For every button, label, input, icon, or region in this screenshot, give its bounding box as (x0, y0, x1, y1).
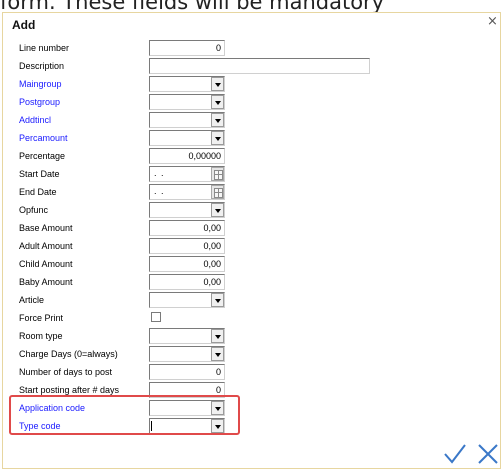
calendar-icon (214, 188, 223, 198)
description-label: Description (19, 61, 65, 71)
opfunc-value (152, 203, 208, 217)
percamount-select[interactable] (149, 130, 225, 146)
room-type-label: Room type (19, 331, 63, 341)
base-amount-label: Base Amount (19, 223, 73, 233)
line-number-label: Line number (19, 43, 70, 53)
row-maingroup: Maingroup (3, 76, 403, 94)
row-force-print: Force Print (3, 310, 403, 328)
room-type-dropdown-button[interactable] (211, 329, 224, 343)
chevron-down-icon (215, 299, 221, 303)
maingroup-value (152, 77, 208, 91)
article-dropdown-button[interactable] (211, 293, 224, 307)
row-adult-amount: Adult Amount 0,00 (3, 238, 403, 256)
article-label: Article (19, 295, 45, 305)
calendar-icon (214, 170, 223, 180)
force-print-checkbox[interactable] (151, 312, 161, 322)
cancel-x-icon[interactable] (477, 442, 499, 466)
chevron-down-icon (215, 209, 221, 213)
row-line-number: Line number 0 (3, 40, 403, 58)
maingroup-label: Maingroup (19, 79, 62, 89)
article-value (152, 293, 208, 307)
row-article: Article (3, 292, 403, 310)
postgroup-select[interactable] (149, 94, 225, 110)
addtincl-select[interactable] (149, 112, 225, 128)
room-type-value (152, 329, 208, 343)
row-description: Description (3, 58, 403, 76)
child-amount-input[interactable]: 0,00 (149, 256, 225, 272)
checkmark-icon[interactable] (443, 442, 467, 466)
row-percentage: Percentage 0,00000 (3, 148, 403, 166)
postgroup-label: Postgroup (19, 97, 61, 107)
addtincl-value (152, 113, 208, 127)
start-date-value: . . (154, 168, 165, 178)
force-print-label: Force Print (19, 313, 64, 323)
maingroup-dropdown-button[interactable] (211, 77, 224, 91)
charge-days-dropdown-button[interactable] (211, 347, 224, 361)
end-date-input[interactable]: . . (149, 184, 225, 200)
row-end-date: End Date . . (3, 184, 403, 202)
maingroup-select[interactable] (149, 76, 225, 92)
row-opfunc: Opfunc (3, 202, 403, 220)
charge-days-select[interactable] (149, 346, 225, 362)
postgroup-dropdown-button[interactable] (211, 95, 224, 109)
percamount-value (152, 131, 208, 145)
opfunc-select[interactable] (149, 202, 225, 218)
child-amount-label: Child Amount (19, 259, 73, 269)
row-postgroup: Postgroup (3, 94, 403, 112)
start-date-input[interactable]: . . (149, 166, 225, 182)
adult-amount-label: Adult Amount (19, 241, 73, 251)
chevron-down-icon (215, 137, 221, 141)
chevron-down-icon (215, 83, 221, 87)
row-base-amount: Base Amount 0,00 (3, 220, 403, 238)
add-dialog: Add × Line number 0 Description Maingrou… (2, 12, 501, 469)
calendar-button[interactable] (211, 185, 224, 199)
opfunc-label: Opfunc (19, 205, 49, 215)
base-amount-input[interactable]: 0,00 (149, 220, 225, 236)
addtincl-label: Addtincl (19, 115, 52, 125)
charge-days-value (152, 347, 208, 361)
row-addtincl: Addtincl (3, 112, 403, 130)
description-input[interactable] (149, 58, 370, 74)
row-room-type: Room type (3, 328, 403, 346)
mandatory-fields-highlight (9, 395, 240, 435)
row-child-amount: Child Amount 0,00 (3, 256, 403, 274)
chevron-down-icon (215, 353, 221, 357)
chevron-down-icon (215, 101, 221, 105)
percentage-input[interactable]: 0,00000 (149, 148, 225, 164)
line-number-input[interactable]: 0 (149, 40, 225, 56)
opfunc-dropdown-button[interactable] (211, 203, 224, 217)
dialog-title: Add (12, 18, 36, 32)
chevron-down-icon (215, 119, 221, 123)
end-date-value: . . (154, 186, 165, 196)
charge-days-label: Charge Days (0=always) (19, 349, 118, 359)
row-days-to-post: Number of days to post 0 (3, 364, 403, 382)
percamount-label: Percamount (19, 133, 68, 143)
percamount-dropdown-button[interactable] (211, 131, 224, 145)
row-baby-amount: Baby Amount 0,00 (3, 274, 403, 292)
addtincl-dropdown-button[interactable] (211, 113, 224, 127)
row-percamount: Percamount (3, 130, 403, 148)
percentage-label: Percentage (19, 151, 66, 161)
start-date-label: Start Date (19, 169, 60, 179)
article-select[interactable] (149, 292, 225, 308)
baby-amount-input[interactable]: 0,00 (149, 274, 225, 290)
room-type-select[interactable] (149, 328, 225, 344)
row-charge-days: Charge Days (0=always) (3, 346, 403, 364)
baby-amount-label: Baby Amount (19, 277, 73, 287)
adult-amount-input[interactable]: 0,00 (149, 238, 225, 254)
days-to-post-label: Number of days to post (19, 367, 113, 377)
postgroup-value (152, 95, 208, 109)
days-to-post-input[interactable]: 0 (149, 364, 225, 380)
calendar-button[interactable] (211, 167, 224, 181)
row-start-date: Start Date . . (3, 166, 403, 184)
close-icon[interactable]: × (487, 15, 501, 29)
chevron-down-icon (215, 335, 221, 339)
end-date-label: End Date (19, 187, 57, 197)
